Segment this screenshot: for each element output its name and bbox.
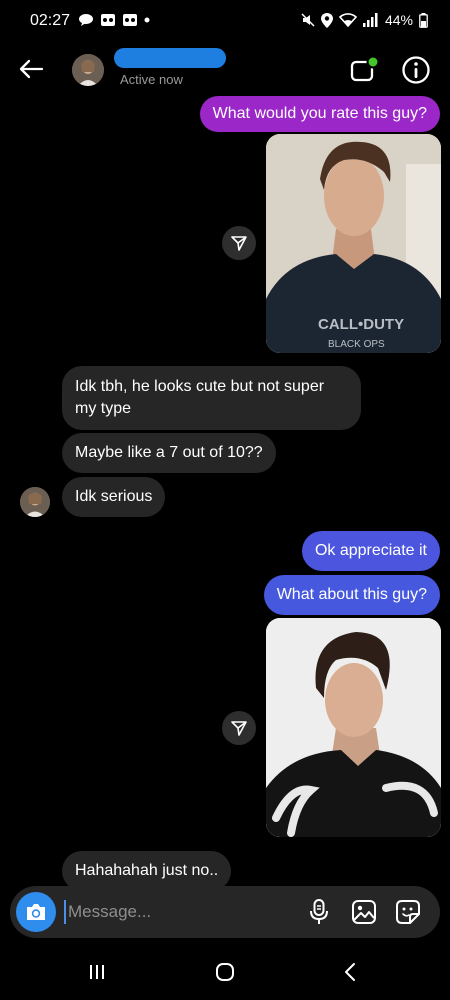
recents-icon [90,965,104,979]
wifi-icon [338,13,357,27]
camera-button[interactable] [16,892,56,932]
status-bar: 02:27 44% [0,0,450,42]
recents-button[interactable] [86,961,108,988]
battery-icon [419,12,428,28]
camera-icon [27,904,45,920]
chat-header: Active now [0,42,450,98]
back-arrow-icon [19,59,44,79]
gallery-button[interactable] [350,898,378,926]
incoming-message[interactable]: Idk serious [62,477,166,517]
sender-avatar[interactable] [20,487,50,517]
home-icon [216,963,234,981]
incoming-message[interactable]: Maybe like a 7 out of 10?? [62,433,276,473]
avatar-image [20,487,50,517]
dot-icon [144,17,150,23]
photo-image [266,618,441,837]
video-call-button[interactable] [348,54,380,86]
status-left-icons [78,13,150,27]
share-icon [231,236,247,251]
avatar-image [72,54,104,86]
message-input[interactable] [64,900,294,924]
gallery-icon [352,900,376,924]
location-icon [320,12,333,28]
microphone-icon [310,899,328,924]
outgoing-message[interactable]: What would you rate this guy? [199,96,440,132]
video-call-icon [350,55,380,82]
signal-icon [362,13,378,27]
back-button[interactable] [14,52,48,86]
info-icon [402,56,430,84]
active-status: Active now [120,72,183,87]
shared-photo[interactable]: CALL•DUTY BLACK OPS [266,134,441,353]
battery-percent: 44% [384,12,413,28]
home-button[interactable] [214,961,236,988]
contact-avatar[interactable] [72,54,104,86]
photo-image: CALL•DUTY BLACK OPS [266,134,441,353]
contact-name-redacted[interactable] [114,48,226,68]
share-button[interactable] [222,226,256,260]
sticker-button[interactable] [394,898,422,926]
outgoing-message[interactable]: Ok appreciate it [301,531,440,571]
shared-photo[interactable] [266,618,441,837]
outgoing-message[interactable]: What about this guy? [263,575,440,615]
voicemail-icon [101,14,115,26]
status-right-icons: 44% [301,12,428,28]
incoming-message[interactable]: Hahahahah just no.. [62,851,232,891]
microphone-button[interactable] [306,898,332,926]
system-navigation-bar [0,944,450,1000]
share-icon [231,721,247,736]
incoming-message[interactable]: Idk tbh, he looks cute but not super my … [62,366,361,430]
message-icon [79,14,93,26]
svg-text:BLACK OPS: BLACK OPS [328,339,385,350]
nav-back-button[interactable] [340,961,362,988]
info-button[interactable] [400,54,432,86]
svg-text:CALL•DUTY: CALL•DUTY [318,316,404,333]
back-icon [345,963,355,981]
status-time: 02:27 [30,12,71,29]
sticker-icon [396,900,420,924]
share-button[interactable] [222,711,256,745]
voicemail-icon [123,14,137,26]
message-composer [10,886,440,938]
mute-icon [301,13,315,27]
